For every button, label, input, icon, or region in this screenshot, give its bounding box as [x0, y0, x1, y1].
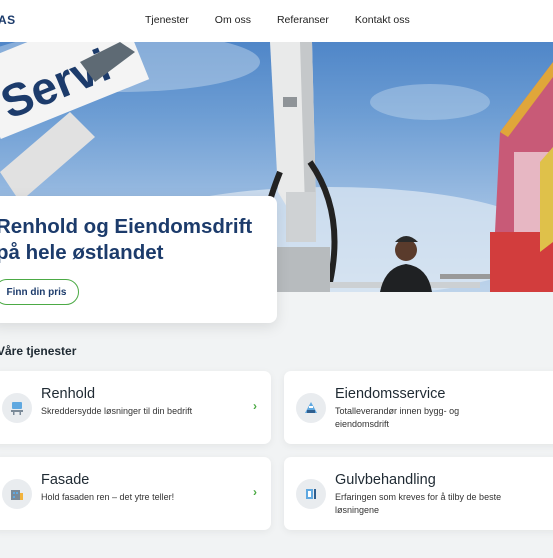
- service-card-eiendomsservice[interactable]: Eiendomsservice Totalleverandør innen by…: [284, 371, 553, 444]
- chevron-right-icon: ›: [253, 485, 257, 499]
- facade-icon: [2, 479, 32, 509]
- desk-icon: [2, 393, 32, 423]
- service-title: Gulvbehandling: [335, 472, 436, 488]
- find-price-button[interactable]: Finn din pris: [0, 279, 79, 305]
- chevron-right-icon: ›: [253, 399, 257, 413]
- nav-tjenester[interactable]: Tjenester: [145, 14, 189, 26]
- service-title: Eiendomsservice: [335, 386, 446, 402]
- service-desc: Skreddersydde løsninger til din bedrift: [41, 406, 193, 416]
- floor-machine-icon: [296, 479, 326, 509]
- nav-referanser[interactable]: Referanser: [277, 14, 329, 26]
- service-title: Fasade: [41, 472, 90, 488]
- service-title: Renhold: [41, 386, 96, 402]
- service-card-renhold[interactable]: Renhold Skreddersydde løsninger til din …: [0, 371, 271, 444]
- logo[interactable]: AS: [0, 13, 16, 27]
- main-nav: Tjenester Om oss Referanser Kontakt oss: [145, 14, 410, 26]
- service-card-fasade[interactable]: Fasade Hold fasaden ren – det ytre telle…: [0, 457, 271, 530]
- header: AS Tjenester Om oss Referanser Kontakt o…: [0, 0, 553, 42]
- hero-title: Renhold og Eiendomsdrift på hele østland…: [0, 215, 253, 264]
- hero-card: Renhold og Eiendomsdrift på hele østland…: [0, 196, 277, 323]
- building-maintenance-icon: [296, 393, 326, 423]
- services-heading: Våre tjenester: [0, 344, 77, 358]
- service-desc: Totalleverandør innen bygg- og eiendomsd…: [335, 406, 460, 429]
- service-card-gulvbehandling[interactable]: Gulvbehandling Erfaringen som kreves for…: [284, 457, 553, 530]
- service-desc: Erfaringen som kreves for å tilby de bes…: [335, 492, 502, 515]
- service-desc: Hold fasaden ren – det ytre teller!: [41, 492, 175, 502]
- nav-kontakt-oss[interactable]: Kontakt oss: [355, 14, 410, 26]
- nav-om-oss[interactable]: Om oss: [215, 14, 251, 26]
